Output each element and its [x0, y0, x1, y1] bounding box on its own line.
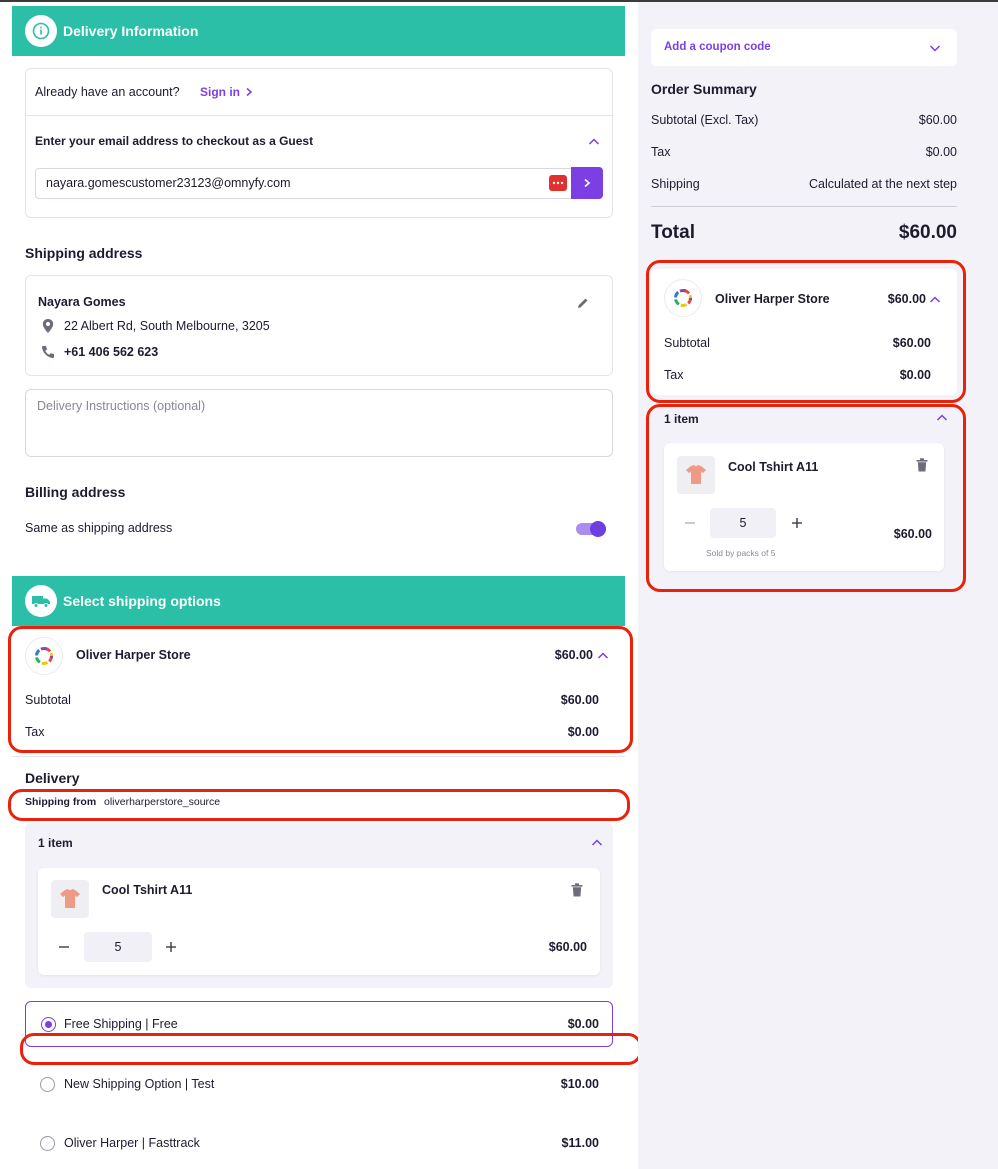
- pencil-edit-icon[interactable]: [576, 296, 590, 310]
- email-value: nayara.gomescustomer23123@omnyfy.com: [46, 176, 291, 190]
- shipping-option-label: Free Shipping | Free: [64, 1017, 178, 1031]
- subtotal-label: Subtotal (Excl. Tax): [651, 113, 759, 127]
- total-value: $60.00: [898, 222, 957, 243]
- radio-unselected[interactable]: [40, 1077, 55, 1092]
- minus-icon[interactable]: [58, 941, 70, 953]
- section-divider: [12, 756, 625, 757]
- arrow-right-icon: [584, 178, 591, 188]
- shipping-option-new[interactable]: New Shipping Option | Test $10.00: [25, 1061, 613, 1107]
- shipping-option-price: $0.00: [567, 1017, 599, 1031]
- subtotal-value: $60.00: [918, 113, 957, 127]
- delivery-information-header: Delivery Information: [12, 6, 625, 56]
- sign-in-link[interactable]: Sign in: [200, 85, 240, 99]
- shipping-option-price: $11.00: [561, 1136, 599, 1150]
- info-icon: [25, 15, 57, 47]
- highlight-shipping-option: [20, 1033, 642, 1065]
- shipping-option-label: New Shipping Option | Test: [64, 1077, 215, 1091]
- quantity-input[interactable]: 5: [84, 932, 152, 962]
- truck-icon: [25, 585, 57, 617]
- shipping-option-label: Oliver Harper | Fasttrack: [64, 1136, 200, 1150]
- product-name: Cool Tshirt A11: [102, 883, 193, 897]
- password-manager-icon[interactable]: [549, 175, 567, 191]
- email-submit-button[interactable]: [571, 167, 603, 199]
- shipping-address-heading: Shipping address: [25, 245, 143, 261]
- highlight-summary-items: [646, 404, 966, 592]
- quantity-value: 5: [114, 940, 122, 954]
- chevron-up-icon[interactable]: [591, 838, 603, 848]
- guest-prompt: Enter your email address to checkout as …: [35, 134, 314, 148]
- shipping-value: Calculated at the next step: [808, 177, 957, 191]
- chevron-down-icon: [929, 45, 941, 52]
- product-thumbnail: [51, 880, 89, 918]
- total-label: Total: [651, 222, 695, 243]
- shipping-option-price: $10.00: [560, 1077, 599, 1091]
- have-account-text: Already have an account?: [35, 85, 180, 99]
- shipping-option-fasttrack[interactable]: Oliver Harper | Fasttrack $11.00: [25, 1120, 613, 1166]
- radio-selected[interactable]: [41, 1017, 56, 1032]
- checkout-main: Delivery Information Already have an acc…: [0, 0, 642, 1169]
- account-divider: [26, 115, 612, 116]
- coupon-label: Add a coupon code: [664, 41, 771, 53]
- toggle-knob: [590, 521, 606, 537]
- items-count: 1 item: [38, 836, 73, 850]
- street-address: 22 Albert Rd, South Melbourne, 3205: [64, 319, 270, 333]
- delivery-instructions-field[interactable]: Delivery Instructions (optional): [25, 389, 613, 457]
- highlight-store-summary: [8, 626, 633, 753]
- delivery-instructions-placeholder: Delivery Instructions (optional): [37, 399, 206, 413]
- radio-unselected[interactable]: [40, 1136, 55, 1151]
- same-as-shipping-label: Same as shipping address: [25, 521, 173, 535]
- phone-number: +61 406 562 623: [64, 345, 159, 359]
- chevron-up-icon[interactable]: [588, 137, 600, 147]
- trash-icon[interactable]: [571, 883, 583, 897]
- item-price: $60.00: [548, 940, 587, 954]
- shipping-options-header: Select shipping options: [12, 576, 625, 626]
- shipping-options-title: Select shipping options: [63, 593, 221, 609]
- delivery-heading: Delivery: [25, 770, 80, 786]
- order-summary-sidebar: Add a coupon code Order Summary Subtotal…: [638, 2, 998, 1169]
- shipping-label: Shipping: [651, 177, 700, 191]
- recipient-name: Nayara Gomes: [38, 295, 126, 309]
- order-summary-heading: Order Summary: [651, 81, 757, 97]
- billing-address-heading: Billing address: [25, 484, 126, 500]
- same-as-shipping-toggle[interactable]: [576, 520, 606, 538]
- delivery-information-title: Delivery Information: [63, 23, 199, 39]
- highlight-shipping-from: [8, 789, 630, 821]
- highlight-summary-store: [646, 260, 966, 403]
- coupon-dropdown[interactable]: Add a coupon code: [651, 29, 957, 66]
- tax-value: $0.00: [925, 145, 957, 159]
- email-field[interactable]: nayara.gomescustomer23123@omnyfy.com: [35, 168, 572, 199]
- tax-label: Tax: [651, 145, 671, 159]
- plus-icon[interactable]: [165, 941, 177, 953]
- phone-icon: [42, 346, 54, 358]
- location-pin-icon: [42, 319, 54, 333]
- summary-divider: [651, 206, 957, 207]
- chevron-right-icon[interactable]: [244, 87, 254, 97]
